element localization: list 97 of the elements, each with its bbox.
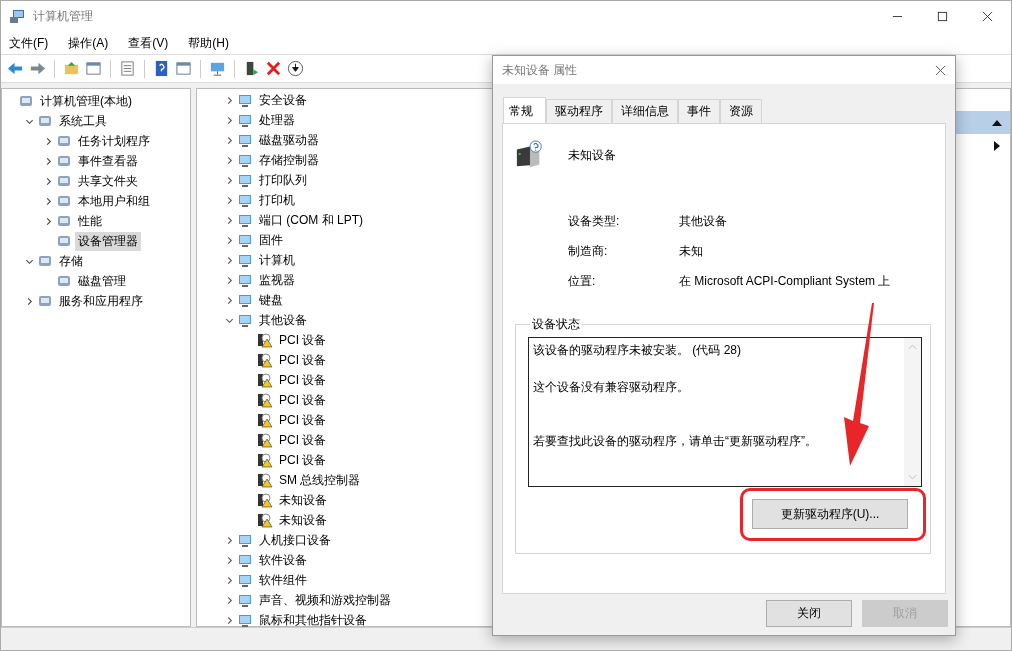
tree-item[interactable]: 计算机管理(本地)	[37, 91, 135, 111]
forward-arrow-icon[interactable]	[29, 60, 46, 77]
pane-icon[interactable]	[175, 60, 192, 77]
property-label: 设备类型:	[568, 214, 621, 228]
device-tree-item[interactable]: PCI 设备	[276, 450, 330, 470]
device-tree-item[interactable]: PCI 设备	[276, 390, 330, 410]
device-tree-item[interactable]: 处理器	[256, 110, 298, 130]
device-category-icon	[237, 172, 253, 188]
device-category-icon	[237, 592, 253, 608]
device-tree-item[interactable]: 端口 (COM 和 LPT)	[256, 210, 366, 230]
device-tree-item[interactable]: 键盘	[256, 290, 286, 310]
device-tree-item[interactable]: SM 总线控制器	[276, 470, 364, 490]
tree-item[interactable]: 磁盘管理	[75, 271, 129, 291]
tab[interactable]: 常规	[503, 97, 546, 123]
device-tree-item[interactable]: 人机接口设备	[256, 530, 334, 550]
device-category-icon	[237, 252, 253, 268]
update-driver-button[interactable]: 更新驱动程序(U)...	[752, 499, 908, 529]
folder-icon[interactable]	[63, 60, 80, 77]
property-value: 未知	[679, 244, 704, 258]
device-tree-item[interactable]: 计算机	[256, 250, 298, 270]
close-icon[interactable]	[982, 11, 993, 22]
property-value: 其他设备	[679, 214, 728, 228]
device-tree-item[interactable]: 打印队列	[256, 170, 310, 190]
dialog-title: 未知设备 属性	[502, 61, 578, 79]
tree-item[interactable]: 共享文件夹	[75, 171, 141, 191]
menu-item[interactable]: 文件(F)	[7, 34, 51, 52]
device-tree-item[interactable]: 存储控制器	[256, 150, 322, 170]
device-category-icon	[237, 92, 253, 108]
device-category-icon	[237, 152, 253, 168]
delete-icon[interactable]	[265, 60, 282, 77]
device-tree-item[interactable]: PCI 设备	[276, 370, 330, 390]
monitor-icon[interactable]	[209, 60, 226, 77]
group-title: 设备状态	[531, 316, 581, 333]
back-arrow-icon[interactable]	[7, 60, 24, 77]
tree-item[interactable]: 任务计划程序	[75, 131, 153, 151]
device-tree-item[interactable]: 其他设备	[256, 310, 310, 330]
collapse-triangle-icon[interactable]	[992, 119, 1002, 126]
status-text: 这个设备没有兼容驱动程序。	[533, 379, 690, 396]
computer-management-icon	[9, 8, 25, 25]
tree-item[interactable]: 存储	[56, 251, 86, 271]
window-title: 计算机管理	[33, 8, 93, 25]
list-icon[interactable]	[119, 60, 136, 77]
close-icon[interactable]	[935, 64, 946, 76]
device-category-icon	[237, 292, 253, 308]
tab[interactable]: 事件	[678, 99, 720, 123]
property-value: 在 Microsoft ACPI-Compliant System 上	[679, 274, 892, 288]
help-icon[interactable]	[153, 60, 170, 77]
menu-item[interactable]: 帮助(H)	[186, 34, 231, 52]
device-category-icon	[237, 192, 253, 208]
tree-item[interactable]: 系统工具	[56, 111, 110, 131]
device-category-icon	[237, 272, 253, 288]
status-text: 该设备的驱动程序未被安装。 (代码 28)	[533, 342, 742, 359]
device-tree-item[interactable]: PCI 设备	[276, 430, 330, 450]
device-category-icon	[237, 552, 253, 568]
device-tree-item[interactable]: 软件设备	[256, 550, 310, 570]
device-tree-item[interactable]: PCI 设备	[276, 330, 330, 350]
device-category-icon	[237, 612, 253, 628]
tree-item[interactable]: 服务和应用程序	[56, 291, 146, 311]
tab[interactable]: 资源	[720, 99, 762, 123]
device-category-icon	[237, 132, 253, 148]
download-icon[interactable]	[287, 60, 304, 77]
tab[interactable]: 详细信息	[612, 99, 678, 123]
device-tree-item[interactable]: PCI 设备	[276, 350, 330, 370]
device-tree-item[interactable]: 鼠标和其他指针设备	[256, 610, 370, 630]
maximize-icon[interactable]	[937, 11, 948, 22]
tab[interactable]: 驱动程序	[546, 99, 612, 123]
device-tree-item[interactable]: 声音、视频和游戏控制器	[256, 590, 394, 610]
device-tree-item[interactable]: 未知设备	[276, 510, 330, 530]
device-category-icon	[237, 112, 253, 128]
device-tree-item[interactable]: PCI 设备	[276, 410, 330, 430]
device-category-icon	[237, 312, 253, 328]
device-tree-item[interactable]: 未知设备	[276, 490, 330, 510]
property-label: 位置:	[568, 274, 597, 288]
device-name: 未知设备	[568, 146, 616, 164]
tree-item[interactable]: 设备管理器	[75, 231, 141, 251]
dialog-button[interactable]: 关闭	[766, 600, 852, 627]
device-tree-item[interactable]: 打印机	[256, 190, 298, 210]
property-label: 制造商:	[568, 244, 609, 258]
device-tree-item[interactable]: 安全设备	[256, 90, 310, 110]
device-category-icon	[237, 232, 253, 248]
expand-triangle-icon[interactable]	[994, 141, 1000, 151]
tree-item[interactable]: 性能	[75, 211, 105, 231]
device-category-icon	[237, 572, 253, 588]
actions-header[interactable]	[955, 111, 1010, 134]
device-category-icon	[237, 212, 253, 228]
device-tree-item[interactable]: 监视器	[256, 270, 298, 290]
pane-icon[interactable]	[85, 60, 102, 77]
tree-item[interactable]: 事件查看器	[75, 151, 141, 171]
menu-item[interactable]: 查看(V)	[126, 34, 171, 52]
tree-item[interactable]: 本地用户和组	[75, 191, 153, 211]
device-tree-item[interactable]: 磁盘驱动器	[256, 130, 322, 150]
device-tree-item[interactable]: 软件组件	[256, 570, 310, 590]
device-category-icon	[237, 532, 253, 548]
device-tree-item[interactable]: 固件	[256, 230, 286, 250]
status-text: 若要查找此设备的驱动程序，请单击“更新驱动程序”。	[533, 433, 818, 450]
menu-item[interactable]: 操作(A)	[66, 34, 111, 52]
unknown-device-icon	[515, 140, 545, 170]
